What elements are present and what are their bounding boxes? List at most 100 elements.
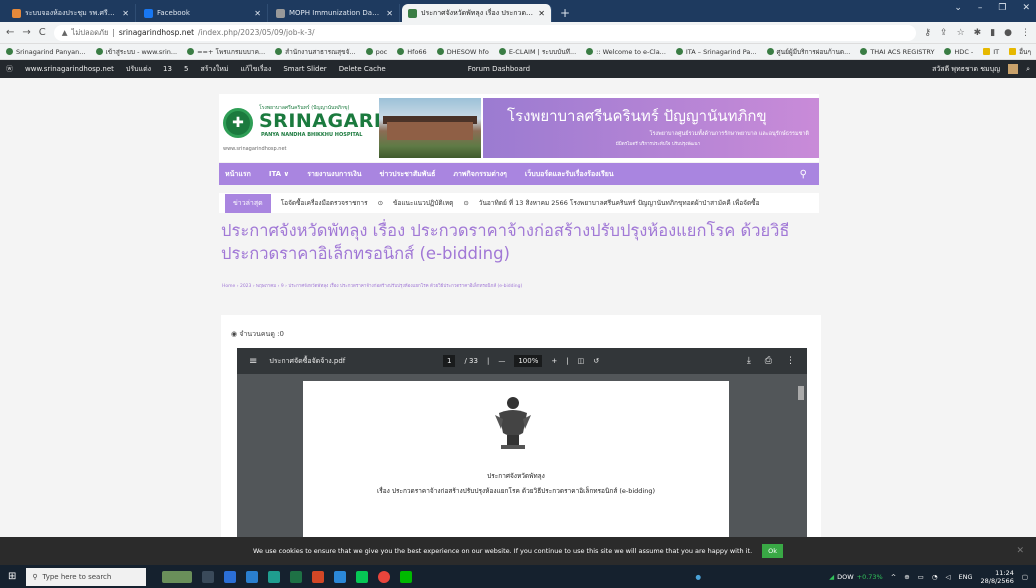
bookmark-item[interactable]: Hfo66 xyxy=(397,48,427,56)
admin-edit-link[interactable]: แก้ไขเรื่อง xyxy=(240,64,271,75)
more-options-icon[interactable]: ⋮ xyxy=(786,356,795,366)
browser-tab[interactable]: MOPH Immunization Dashboard ✕ xyxy=(270,4,400,22)
admin-smart-slider[interactable]: Smart Slider xyxy=(283,65,326,73)
nav-item-webboard[interactable]: เว็บบอร์ดและรับเรื่องร้องเรียน xyxy=(525,169,614,180)
bookmark-item[interactable]: เข้าสู่ระบบ - www.srin... xyxy=(95,47,177,57)
bookmark-item[interactable]: E-CLAIM | ระบบบันทึ... xyxy=(498,47,576,57)
bookmark-item[interactable]: HDC - xyxy=(944,48,973,56)
weather-widget-icon[interactable] xyxy=(162,570,193,583)
network-icon[interactable]: ⊕ xyxy=(904,573,909,581)
admin-customize-link[interactable]: ปรับแต่ง xyxy=(126,64,151,75)
pdf-scrollbar[interactable] xyxy=(797,378,805,537)
stock-widget[interactable]: ◢ DOW +0.73% xyxy=(829,573,883,581)
url-input[interactable]: ▲ ไม่ปลอดภัย | srinagarindhosp.net/index… xyxy=(53,24,917,41)
news-ticker-item[interactable]: โอจัดซื้อเครื่องมือตรวจราชการ xyxy=(281,198,368,208)
hamburger-menu-icon[interactable]: ≡ xyxy=(249,356,257,367)
bookmark-item[interactable]: ITA – Srinagarind Pa... xyxy=(675,48,757,56)
profile-icon[interactable]: ● xyxy=(1004,28,1012,38)
task-view-icon[interactable] xyxy=(202,570,215,583)
clock[interactable]: 11:24 28/8/2566 xyxy=(981,569,1014,585)
fit-page-icon[interactable]: ◫ xyxy=(578,357,585,365)
bookmark-folder[interactable]: IT xyxy=(983,48,999,56)
wordpress-icon[interactable]: ⓦ xyxy=(6,64,13,74)
print-icon[interactable]: ⎙ xyxy=(765,356,772,366)
tab-close-icon[interactable]: ✕ xyxy=(254,9,261,18)
admin-user-greeting[interactable]: สวัสดี พุทธชาด ชมบุญ xyxy=(932,64,1000,75)
language-indicator[interactable]: ENG xyxy=(958,573,972,581)
bookmark-folder[interactable]: อื่นๆ xyxy=(1009,47,1031,57)
notifications-icon[interactable]: ▢ xyxy=(1022,573,1028,581)
file-explorer-icon[interactable] xyxy=(224,570,237,583)
share-icon[interactable]: ⇪ xyxy=(940,28,948,38)
bookmark-item[interactable]: Srinagarind Panyan... xyxy=(6,48,86,56)
extensions-icon[interactable]: ✱ xyxy=(974,28,982,38)
bookmark-item[interactable]: ศูนย์ผู้มีบริการผ่อนก้านด... xyxy=(766,47,850,57)
admin-updates[interactable]: 13 xyxy=(163,65,172,73)
close-icon[interactable]: ✕ xyxy=(1016,546,1024,556)
browser-tab[interactable]: Facebook ✕ xyxy=(138,4,268,22)
chrome-icon[interactable] xyxy=(378,570,391,583)
key-icon[interactable]: ⚷ xyxy=(924,28,931,38)
warning-icon[interactable]: ▲ xyxy=(62,28,68,37)
bookmark-item[interactable]: THAI ACS REGISTRY xyxy=(860,48,934,56)
back-icon[interactable]: ← xyxy=(6,27,14,38)
bookmark-item[interactable]: :: Welcome to e-Cla... xyxy=(586,48,666,56)
battery-icon[interactable]: ▭ xyxy=(918,573,924,581)
cookie-ok-button[interactable]: Ok xyxy=(762,544,784,558)
excel-icon[interactable] xyxy=(290,570,303,583)
scrollbar-thumb[interactable] xyxy=(798,386,804,400)
rotate-icon[interactable]: ↺ xyxy=(593,357,599,365)
pdf-page-input[interactable]: 1 xyxy=(443,355,456,367)
app-tray-icon[interactable]: ● xyxy=(695,573,701,581)
sidebar-icon[interactable]: ▮ xyxy=(990,28,995,38)
close-window-icon[interactable]: ✕ xyxy=(1022,3,1030,13)
nav-item-finance[interactable]: รายงานงบการเงิน xyxy=(307,169,361,180)
browser-tab[interactable]: ระบบจองห้องประชุม รพ.ศรีนครินทร์ปั... ✕ xyxy=(6,4,136,22)
tab-close-icon[interactable]: ✕ xyxy=(386,9,393,18)
breadcrumb[interactable]: Home › 2023 › พฤษภาคม › 9 › ประกาศจังหวั… xyxy=(222,282,522,289)
photos-icon[interactable] xyxy=(246,570,259,583)
zoom-out-icon[interactable]: — xyxy=(498,357,505,365)
forward-icon[interactable]: → xyxy=(22,27,30,38)
news-ticker-item[interactable]: วันอาทิตย์ ที่ 13 สิงหาคม 2566 โรงพยาบาล… xyxy=(479,198,760,208)
avatar[interactable] xyxy=(1008,64,1019,74)
app-icon[interactable] xyxy=(268,570,281,583)
download-icon[interactable]: ⤓ xyxy=(747,356,751,366)
volume-icon[interactable]: ◁ xyxy=(945,573,950,581)
menu-icon[interactable]: ⋮ xyxy=(1021,28,1030,38)
search-icon[interactable]: ⌕ xyxy=(1026,65,1030,74)
tab-close-icon[interactable]: ✕ xyxy=(538,9,545,18)
nav-item-activities[interactable]: ภาพกิจกรรมต่างๆ xyxy=(453,169,507,180)
chevron-up-icon[interactable]: ^ xyxy=(891,573,896,581)
admin-delete-cache[interactable]: Delete Cache xyxy=(339,65,386,73)
app-icon[interactable] xyxy=(400,570,413,583)
admin-forum-dashboard[interactable]: Forum Dashboard xyxy=(468,65,530,73)
bookmark-item[interactable]: สำนักงานสาธารณสุขจั... xyxy=(275,47,356,57)
line-icon[interactable] xyxy=(356,570,369,583)
search-icon[interactable]: ⚲ xyxy=(800,169,807,180)
wifi-icon[interactable]: ◔ xyxy=(932,573,938,581)
news-ticker-item[interactable]: ข้อแนะแนวปฏิบัติเหตุ xyxy=(393,198,453,208)
nav-item-home[interactable]: หน้าแรก xyxy=(225,169,251,180)
app-icon[interactable] xyxy=(312,570,325,583)
app-icon[interactable] xyxy=(334,570,347,583)
maximize-icon[interactable]: ❐ xyxy=(998,3,1006,13)
star-icon[interactable]: ☆ xyxy=(957,28,965,38)
windows-start-icon[interactable]: ⊞ xyxy=(8,571,16,582)
nav-item-ita[interactable]: ITA ∨ xyxy=(269,170,289,178)
bookmark-item[interactable]: DHESOW hfo xyxy=(436,48,489,56)
taskbar-search-input[interactable]: ⚲ Type here to search xyxy=(26,567,147,586)
hospital-logo-icon[interactable]: ✚ xyxy=(223,108,253,138)
tab-search-icon[interactable]: ⌄ xyxy=(954,3,962,13)
browser-tab-active[interactable]: ประกาศจังหวัดพัทลุง เรื่อง ประกวดราคา ✕ xyxy=(402,4,552,22)
minimize-icon[interactable]: – xyxy=(978,3,983,13)
admin-new-link[interactable]: สร้างใหม่ xyxy=(200,64,228,75)
admin-site-link[interactable]: www.srinagarindhosp.net xyxy=(25,65,114,73)
nav-item-news[interactable]: ข่าวประชาสัมพันธ์ xyxy=(380,169,436,180)
new-tab-button[interactable]: + xyxy=(558,6,572,20)
zoom-level[interactable]: 100% xyxy=(514,355,543,367)
zoom-in-icon[interactable]: + xyxy=(551,357,557,365)
bookmark-item[interactable]: poc xyxy=(365,48,387,56)
reload-icon[interactable]: C xyxy=(39,27,46,38)
tab-close-icon[interactable]: ✕ xyxy=(122,9,129,18)
